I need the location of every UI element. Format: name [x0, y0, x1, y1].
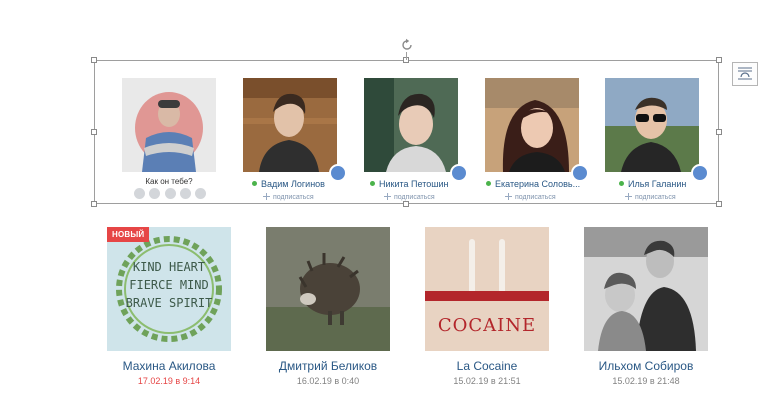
community-cover[interactable] — [266, 227, 390, 351]
resize-handle-top-right[interactable] — [716, 57, 722, 63]
rotate-stem — [406, 52, 407, 60]
online-indicator — [370, 181, 375, 186]
rating-question: Как он тебе? — [145, 177, 193, 186]
post-date: 16.02.19 в 0:40 — [296, 376, 360, 386]
community-cover[interactable]: COCAINE — [425, 227, 549, 351]
person-name[interactable]: Екатерина Соловь... — [486, 179, 580, 189]
cover-text-line: COCAINE — [438, 315, 536, 336]
resize-handle-bottom[interactable] — [403, 201, 409, 207]
subscribe-link[interactable]: подписаться — [263, 193, 314, 201]
person-name-text[interactable]: Екатерина Соловь... — [495, 179, 580, 189]
plus-icon — [505, 193, 512, 200]
star-icon[interactable] — [179, 188, 191, 199]
person-name-text[interactable]: Илья Галанин — [628, 179, 686, 189]
community-name[interactable]: Ильхом Собиров — [584, 359, 708, 373]
rotate-handle-icon[interactable] — [400, 38, 414, 52]
post-date: 15.02.19 в 21:48 — [612, 376, 680, 386]
community-name[interactable]: Дмитрий Беликов — [266, 359, 390, 373]
community-name[interactable]: Махина Акилова — [107, 359, 231, 373]
resize-handle-bottom-right[interactable] — [716, 201, 722, 207]
subscribe-label[interactable]: подписаться — [635, 194, 676, 201]
layout-options-icon[interactable] — [732, 62, 758, 86]
subscribe-label[interactable]: подписаться — [515, 194, 556, 201]
cover-text-line: FIERCE MIND — [129, 278, 208, 292]
person-photo[interactable] — [243, 78, 337, 172]
person-photo[interactable] — [122, 78, 216, 172]
post-date: 15.02.19 в 21:51 — [453, 376, 521, 386]
community-name[interactable]: La Cocaine — [425, 359, 549, 373]
heart-icon[interactable] — [450, 164, 468, 182]
subscribe-link[interactable]: подписаться — [384, 193, 435, 201]
resize-handle-bottom-left[interactable] — [91, 201, 97, 207]
person-photo[interactable] — [364, 78, 458, 172]
resize-handle-left[interactable] — [91, 129, 97, 135]
heart-icon[interactable] — [329, 164, 347, 182]
person-name[interactable]: Вадим Логинов — [252, 179, 325, 189]
resize-handle-top-left[interactable] — [91, 57, 97, 63]
online-indicator — [252, 181, 257, 186]
subscribe-link[interactable]: подписаться — [505, 193, 556, 201]
heart-icon[interactable] — [691, 164, 709, 182]
new-badge: НОВЫЙ — [107, 227, 150, 242]
star-icon[interactable] — [134, 188, 145, 199]
cover-text-line: KIND HEART — [133, 260, 205, 274]
person-photo[interactable] — [605, 78, 699, 172]
online-indicator — [486, 181, 491, 186]
cover-text-line: BRAVE SPIRIT — [126, 296, 213, 310]
resize-handle-right[interactable] — [716, 129, 722, 135]
person-name[interactable]: Никита Петошин — [370, 179, 448, 189]
online-indicator — [619, 181, 624, 186]
person-name[interactable]: Илья Галанин — [619, 179, 686, 189]
subscribe-label[interactable]: подписаться — [273, 194, 314, 201]
person-name-text[interactable]: Никита Петошин — [379, 179, 448, 189]
plus-icon — [625, 193, 632, 200]
rating-stars[interactable] — [134, 188, 206, 199]
person-photo[interactable] — [485, 78, 579, 172]
subscribe-link[interactable]: подписаться — [625, 193, 676, 201]
star-icon[interactable] — [149, 188, 161, 199]
plus-icon — [263, 193, 270, 200]
person-name-text[interactable]: Вадим Логинов — [261, 179, 325, 189]
star-icon[interactable] — [195, 188, 206, 199]
star-icon[interactable] — [164, 188, 176, 199]
post-date: 17.02.19 в 9:14 — [137, 376, 201, 386]
community-cover[interactable]: KIND HEART FIERCE MIND BRAVE SPIRIT НОВЫ… — [107, 227, 231, 351]
subscribe-label[interactable]: подписаться — [394, 194, 435, 201]
plus-icon — [384, 193, 391, 200]
community-cover[interactable] — [584, 227, 708, 351]
